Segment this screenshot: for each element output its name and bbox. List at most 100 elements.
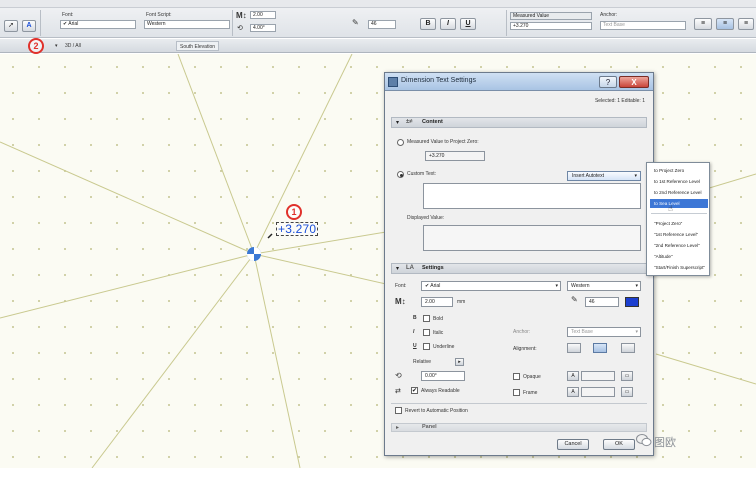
help-button[interactable]: ? (599, 76, 617, 88)
settings-section-header[interactable]: ▾ LA Settings (391, 263, 647, 274)
menu-item-quoted-start-finish-superscript[interactable]: "Start/Finish Superscript" (650, 263, 708, 272)
pen-field[interactable]: 46 (368, 20, 396, 29)
custom-text-field[interactable] (423, 183, 641, 209)
dimension-text[interactable]: +3.270 (276, 222, 319, 236)
frame-pen-field[interactable] (581, 387, 615, 397)
settings-icon: LA (406, 265, 414, 271)
font-script-label: Font Script: (146, 12, 172, 18)
fill-pen-icon[interactable]: A (567, 371, 579, 381)
anchor-dropdown[interactable]: Text Base ▾ (567, 327, 641, 337)
align-center-button[interactable] (593, 343, 607, 353)
fill-pattern-icon[interactable]: ▭ (621, 371, 633, 381)
font-dropdown[interactable]: ✔ Arial ▾ (421, 281, 561, 291)
revert-checkbox[interactable] (395, 407, 402, 414)
custom-text-radio[interactable] (397, 171, 404, 178)
menu-item-to-2nd-reference-level[interactable]: to 2nd Reference Level (650, 188, 708, 197)
dialog-title: Dimension Text Settings (401, 77, 476, 84)
underline-label: Underline (433, 344, 455, 350)
opaque-checkbox[interactable] (513, 373, 520, 380)
menu-item-quoted-altitude[interactable]: "Altitude" (650, 252, 708, 261)
measured-value-radio[interactable] (397, 139, 404, 146)
measured-value-field[interactable]: +3.270 (510, 22, 592, 30)
watermark-text: 图欧 (654, 437, 676, 449)
close-button[interactable]: X (619, 76, 649, 88)
dropdown-arrow-icon: ▾ (635, 283, 638, 289)
collapse-triangle-icon: ▾ (396, 120, 400, 126)
italic-checkbox[interactable] (423, 329, 430, 336)
menu-item-to-sea-level[interactable]: to Sea Level (650, 199, 708, 208)
opaque-pen-field[interactable] (581, 371, 615, 381)
tab-3d-all[interactable]: 3D / All (62, 41, 84, 51)
custom-text-label: Custom Text: (407, 171, 437, 177)
bold-button[interactable]: B (420, 18, 436, 30)
underline-button[interactable]: U (460, 18, 476, 30)
align-right-button[interactable] (621, 343, 635, 353)
autotext-popup-menu: to Project Zero to 1st Reference Level t… (646, 162, 710, 276)
displayed-value-label: Displayed Value: (407, 215, 445, 221)
bold-checkbox[interactable] (423, 315, 430, 322)
menu-separator (651, 213, 707, 214)
align-right-icon[interactable]: ≡ (738, 18, 754, 30)
text-tool-icon[interactable]: A (22, 20, 36, 32)
text-angle-field[interactable]: 4.00° (250, 24, 276, 32)
divider (391, 403, 647, 404)
underline-checkbox[interactable] (423, 343, 430, 350)
cancel-button[interactable]: Cancel (557, 439, 589, 450)
wechat-logo-icon (636, 434, 652, 447)
insert-autotext-button[interactable]: Insert Autotext ▾ (567, 171, 641, 181)
pen-icon: ✎ (352, 18, 359, 27)
menu-item-quoted-1st-reference-level[interactable]: "1st Reference Level" (650, 230, 708, 239)
align-left-button[interactable] (567, 343, 581, 353)
dropdown-arrow-icon: ▾ (635, 329, 638, 335)
underline-icon: U (413, 343, 417, 349)
text-size-icon: M↕ (236, 11, 247, 20)
pen-field[interactable]: 46 (585, 297, 619, 307)
font-script-dropdown[interactable]: Western (144, 20, 230, 29)
size-unit: mm (457, 299, 466, 305)
frame-checkbox[interactable] (513, 389, 520, 396)
arrow-tool-icon[interactable]: ➚ (4, 20, 18, 32)
menu-item-to-project-zero[interactable]: to Project Zero (650, 166, 708, 175)
italic-icon: I (413, 329, 415, 335)
app-icon (388, 77, 398, 87)
italic-button[interactable]: I (440, 18, 456, 30)
measured-value-label: Measured Value to Project Zero: (407, 139, 479, 145)
panel-section-label: Panel (422, 424, 437, 430)
selection-info: Selected: 1 Editable: 1 (594, 98, 645, 104)
font-label: Font: (62, 12, 74, 18)
anchor-label: Anchor: (513, 329, 531, 335)
font-label: Font: (395, 283, 407, 289)
dropdown-arrow-icon: ▾ (555, 283, 558, 289)
menu-item-quoted-project-zero[interactable]: "Project Zero" (650, 219, 708, 228)
italic-label: Italic (433, 330, 444, 336)
dropdown-arrow-icon[interactable]: ▾ (52, 41, 61, 51)
relative-toggle-icon[interactable]: ▸ (455, 358, 464, 366)
frame-pen-icon[interactable]: A (567, 387, 579, 397)
angle-icon: ⟲ (395, 371, 402, 380)
measured-value-display: +3.270 (425, 151, 485, 161)
text-size-field[interactable]: 2.00 (250, 11, 276, 19)
ok-button[interactable]: OK (603, 439, 635, 450)
revert-label: Revert to Automatic Position (405, 408, 468, 414)
panel-section-header[interactable]: ▸ Panel (391, 423, 647, 432)
pen-color-swatch[interactable] (625, 297, 639, 307)
menu-item-quoted-2nd-reference-level[interactable]: "2nd Reference Level" (650, 241, 708, 250)
font-dropdown[interactable]: ✔ Arial (60, 20, 136, 29)
tab-south-elevation[interactable]: South Elevation (176, 41, 220, 51)
anchor-dropdown[interactable]: Text Base (600, 21, 686, 30)
align-center-icon[interactable]: ≡ (716, 18, 734, 30)
expand-triangle-icon: ▸ (396, 425, 400, 431)
content-section-header[interactable]: ▾ ±≠ Content (391, 117, 647, 128)
align-left-icon[interactable]: ≡ (694, 18, 712, 30)
dropdown-arrow-icon: ▾ (634, 173, 637, 179)
insert-autotext-label: Insert Autotext (572, 173, 604, 179)
angle-field[interactable]: 0.00° (421, 371, 465, 381)
font-value: ✔ Arial (425, 283, 441, 289)
menu-item-to-1st-reference-level[interactable]: to 1st Reference Level (650, 177, 708, 186)
text-size-field[interactable]: 2.00 (421, 297, 453, 307)
always-readable-checkbox[interactable]: ✔ (411, 387, 418, 394)
angle-icon: ⟲ (237, 25, 243, 32)
frame-style-icon[interactable]: ▭ (621, 387, 633, 397)
info-toolbar: ➚ A Font: ✔ Arial Font Script: Western M… (0, 0, 756, 38)
script-dropdown[interactable]: Western ▾ (567, 281, 641, 291)
